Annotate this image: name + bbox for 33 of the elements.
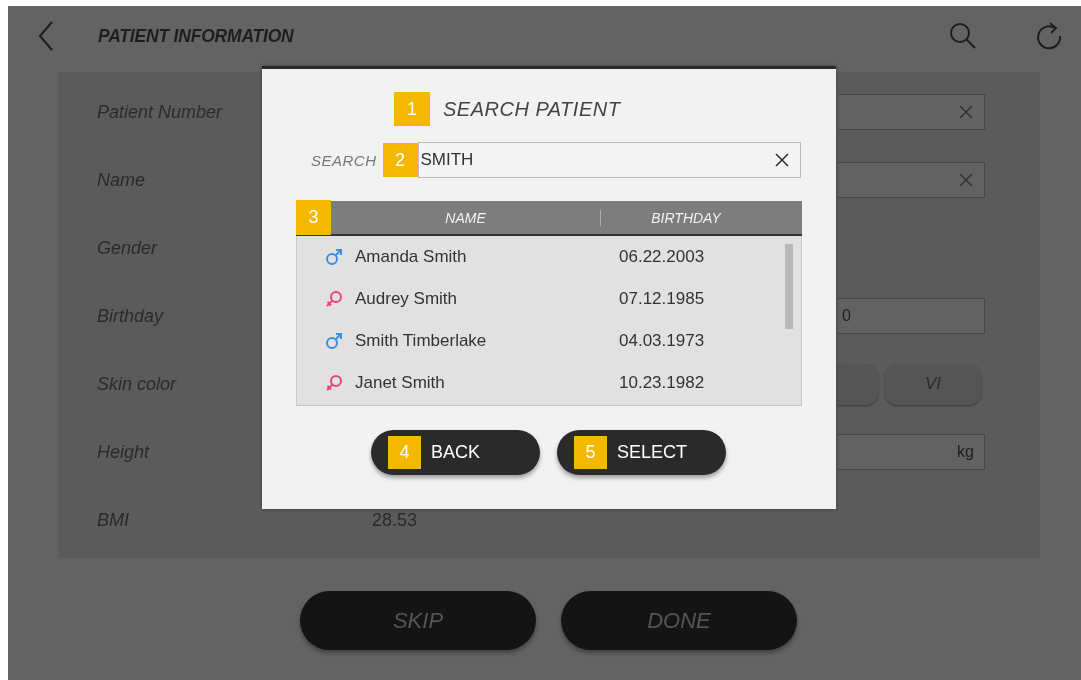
skin-color-option[interactable] (838, 363, 878, 405)
patient-name[interactable]: Audrey Smith (355, 289, 615, 309)
refresh-icon[interactable] (1035, 21, 1063, 51)
dialog-button[interactable]: 4 BACK (371, 430, 540, 475)
input-field[interactable] (838, 162, 985, 198)
patient-birthday[interactable]: 04.03.1973 (619, 331, 705, 351)
patient-name[interactable]: Amanda Smith (355, 247, 615, 267)
step-marker: 2 (382, 143, 418, 177)
step-marker: 1 (394, 92, 430, 126)
female-symbol-icon (325, 290, 343, 308)
search-icon[interactable] (949, 22, 977, 50)
search-field[interactable]: SMITH (417, 142, 801, 178)
dialog-button[interactable]: 5 SELECT (557, 430, 726, 475)
female-symbol-icon (325, 374, 343, 392)
scrollbar[interactable] (785, 244, 793, 329)
search-label: SEARCH (311, 151, 377, 169)
patient-birthday[interactable]: 06.22.2003 (619, 247, 705, 267)
male-symbol-icon (325, 332, 343, 350)
back-icon[interactable] (38, 21, 54, 51)
input-field[interactable] (838, 94, 985, 130)
patient-name[interactable]: Smith Timberlake (355, 331, 615, 351)
step-marker: 5 (574, 436, 607, 469)
patient-birthday[interactable]: 10.23.1982 (619, 373, 705, 393)
male-symbol-icon (325, 248, 343, 266)
step-marker: 4 (388, 436, 421, 469)
dialog-title: SEARCH PATIENT (443, 97, 621, 121)
page-title: PATIENT INFORMATION (98, 25, 294, 47)
clear-icon[interactable] (773, 152, 790, 168)
patient-name[interactable]: Janet Smith (355, 373, 615, 393)
patient-birthday[interactable]: 07.12.1985 (619, 289, 705, 309)
column-header: NAME (444, 209, 487, 226)
step-marker: 3 (296, 200, 331, 235)
column-header: BIRTHDAY (600, 209, 771, 226)
